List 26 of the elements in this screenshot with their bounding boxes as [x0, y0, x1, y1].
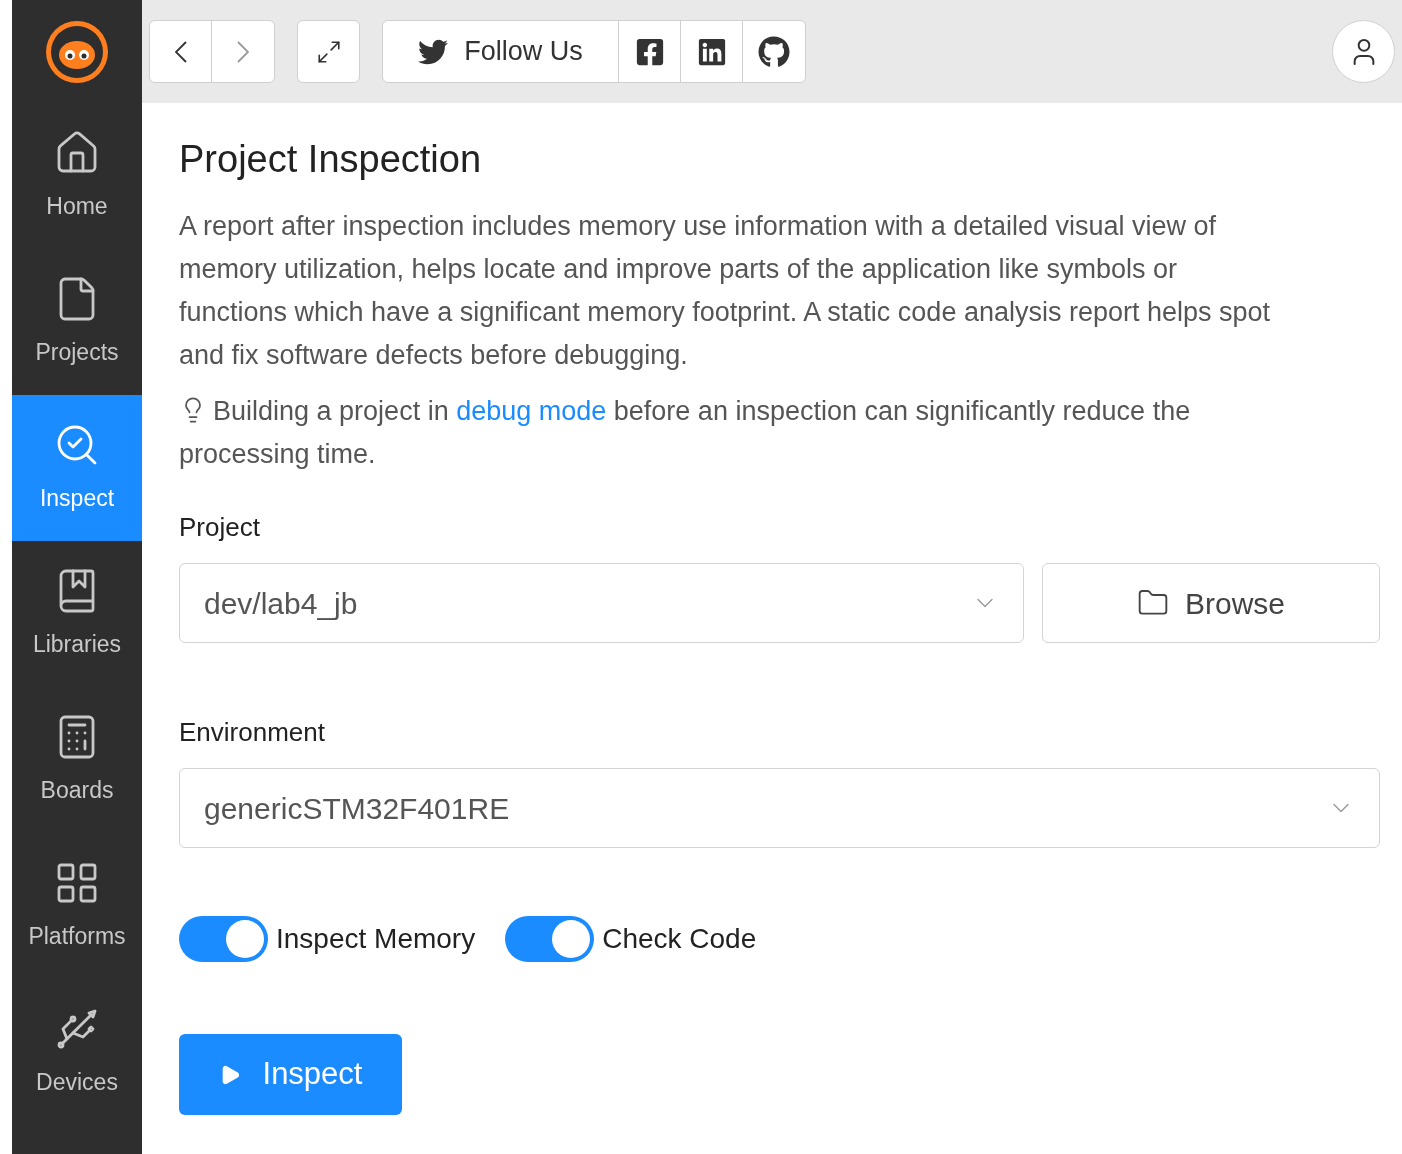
browse-button[interactable]: Browse [1042, 563, 1380, 643]
field-label: Environment [179, 716, 326, 749]
project-select[interactable]: dev/lab4_jb [179, 563, 1024, 643]
github-icon [758, 35, 790, 68]
chevron-left-icon [174, 40, 187, 63]
page-title: Project Inspection [179, 137, 483, 182]
description-text: A report after inspection includes memory use information with a detailed visual view of memory utilization, helps locate and improve parts of the application like symbols or functions which have a significant memory footprint. A static code analysis report helps spot and fix software defects before debugging. [179, 210, 1272, 372]
tip-text: Building a project in debug mode before an inspection can significantly reduce the processing time. [179, 395, 1192, 471]
sidebar-item[interactable]: Platforms [12, 833, 142, 979]
switch-label: Inspect Memory [276, 922, 476, 956]
toggle-switch[interactable] [505, 916, 595, 962]
toggle-switch[interactable] [179, 916, 268, 962]
field-label: Project [179, 511, 261, 544]
expand-icon [315, 38, 342, 65]
linkedin-icon [696, 36, 727, 67]
sidebar-item[interactable]: Boards [12, 687, 142, 833]
switch-label: Check Code [602, 922, 757, 956]
sidebar-item[interactable]: Projects [12, 249, 142, 395]
fullscreen-button[interactable] [297, 20, 360, 83]
sidebar-item[interactable]: Home [12, 103, 142, 249]
environment-select[interactable]: genericSTM32F401RE [179, 768, 1380, 848]
sidebar-item[interactable]: Libraries [12, 541, 142, 687]
chevron-right-icon [237, 40, 249, 63]
sidebar-item[interactable]: Devices [12, 979, 142, 1125]
logo-icon [44, 18, 110, 85]
facebook-icon [634, 36, 665, 67]
